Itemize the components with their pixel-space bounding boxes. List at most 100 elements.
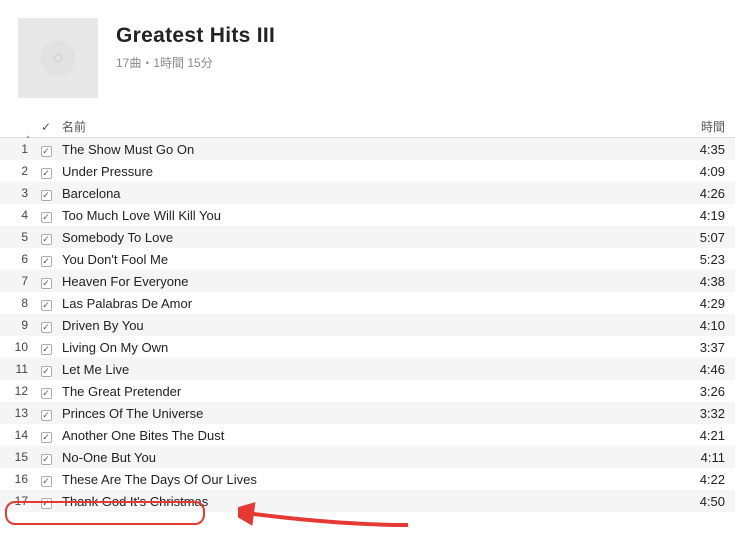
track-time: 4:35 xyxy=(687,142,735,157)
track-time: 4:19 xyxy=(687,208,735,223)
track-number: 4 xyxy=(0,208,36,222)
table-body: 1 ✓ The Show Must Go On4:35 2 ✓ Under Pressur… xyxy=(0,138,735,512)
track-time: 3:26 xyxy=(687,384,735,399)
track-name: Living On My Own xyxy=(56,340,687,355)
track-checkbox-cell: ✓ xyxy=(36,296,56,311)
track-checkbox-cell: ✓ xyxy=(36,186,56,201)
track-time: 4:29 xyxy=(687,296,735,311)
track-checkbox-cell: ✓ xyxy=(36,428,56,443)
track-checkbox-cell: ✓ xyxy=(36,230,56,245)
track-name: No-One But You xyxy=(56,450,687,465)
track-checkbox-cell: ✓ xyxy=(36,450,56,465)
track-name: Another One Bites The Dust xyxy=(56,428,687,443)
track-number: 11 xyxy=(0,362,36,376)
track-checkbox[interactable]: ✓ xyxy=(41,322,52,333)
column-time[interactable]: 時間 xyxy=(687,118,735,135)
track-checkbox[interactable]: ✓ xyxy=(41,190,52,201)
track-number: 10 xyxy=(0,340,36,354)
table-row[interactable]: 2 ✓ Under Pressure4:09 xyxy=(0,160,735,182)
table-row[interactable]: 6 ✓ You Don't Fool Me5:23 xyxy=(0,248,735,270)
annotation-arrow-icon xyxy=(238,495,418,535)
table-row[interactable]: 9 ✓ Driven By You4:10 xyxy=(0,314,735,336)
column-name[interactable]: 名前 xyxy=(56,118,687,135)
table-row[interactable]: 4✓Too Much Love Will Kill You4:19 xyxy=(0,204,735,226)
track-name: Barcelona xyxy=(56,186,687,201)
track-number: 6 xyxy=(0,252,36,266)
album-info: Greatest Hits III 17曲・1時間 15分 xyxy=(116,18,275,71)
track-checkbox-cell: ✓ xyxy=(36,142,56,157)
table-row[interactable]: 13✓Princes Of The Universe3:32 xyxy=(0,402,735,424)
track-time: 4:38 xyxy=(687,274,735,289)
track-checkbox-cell: ✓ xyxy=(36,208,56,223)
table-row[interactable]: 15✓No-One But You4:11 xyxy=(0,446,735,468)
track-checkbox[interactable]: ✓ xyxy=(41,476,52,487)
track-name: Under Pressure xyxy=(56,164,687,179)
track-time: 5:07 xyxy=(687,230,735,245)
track-name: Let Me Live xyxy=(56,362,687,377)
album-meta: 17曲・1時間 15分 xyxy=(116,54,275,71)
track-number: 12 xyxy=(0,384,36,398)
table-row[interactable]: 8 ✓ Las Palabras De Amor4:29 xyxy=(0,292,735,314)
track-number: 3 xyxy=(0,186,36,200)
table-row[interactable]: 14✓Another One Bites The Dust4:21 xyxy=(0,424,735,446)
table-row[interactable]: 7✓Heaven For Everyone4:38 xyxy=(0,270,735,292)
track-table: ▲ ✓ 名前 時間 1✓The Show Must Go On4:352✓Und… xyxy=(0,116,735,512)
column-check[interactable]: ✓ xyxy=(36,120,56,134)
track-checkbox[interactable]: ✓ xyxy=(41,278,52,289)
track-name: Las Palabras De Amor xyxy=(56,296,687,311)
track-number: 2 xyxy=(0,164,36,178)
track-checkbox-cell: ✓ xyxy=(36,362,56,377)
track-checkbox[interactable]: ✓ xyxy=(41,366,52,377)
track-number: 17 xyxy=(0,494,36,508)
track-checkbox-cell: ✓ xyxy=(36,274,56,289)
table-header: ▲ ✓ 名前 時間 xyxy=(0,116,735,138)
track-time: 4:21 xyxy=(687,428,735,443)
track-time: 4:22 xyxy=(687,472,735,487)
track-name: Driven By You xyxy=(56,318,687,333)
album-artwork[interactable] xyxy=(18,18,98,98)
album-header: Greatest Hits III 17曲・1時間 15分 xyxy=(0,0,735,116)
track-checkbox-cell: ✓ xyxy=(36,318,56,333)
track-time: 4:50 xyxy=(687,494,735,509)
track-checkbox[interactable]: ✓ xyxy=(41,168,52,179)
track-number: 5 xyxy=(0,230,36,244)
track-checkbox-cell: ✓ xyxy=(36,164,56,179)
track-number: 9 xyxy=(0,318,36,332)
track-time: 4:09 xyxy=(687,164,735,179)
track-name: These Are The Days Of Our Lives xyxy=(56,472,687,487)
track-name: Somebody To Love xyxy=(56,230,687,245)
table-row[interactable]: 1 ✓ The Show Must Go On4:35 xyxy=(0,138,735,160)
track-number: 13 xyxy=(0,406,36,420)
track-time: 3:37 xyxy=(687,340,735,355)
track-checkbox[interactable]: ✓ xyxy=(41,300,52,311)
track-time: 3:32 xyxy=(687,406,735,421)
track-time: 4:10 xyxy=(687,318,735,333)
table-row[interactable]: 3✓Barcelona4:26 xyxy=(0,182,735,204)
track-number: 16 xyxy=(0,472,36,486)
track-name: You Don't Fool Me xyxy=(56,252,687,267)
track-checkbox[interactable]: ✓ xyxy=(41,454,52,465)
table-row[interactable]: 12 ✓ The Great Pretender3:26 xyxy=(0,380,735,402)
track-checkbox[interactable]: ✓ xyxy=(41,432,52,443)
track-name: Heaven For Everyone xyxy=(56,274,687,289)
table-row[interactable]: 5 ✓ Somebody To Love5:07 xyxy=(0,226,735,248)
track-number: 1 xyxy=(0,142,36,156)
track-checkbox[interactable]: ✓ xyxy=(41,212,52,223)
table-row[interactable]: 10 ✓ Living On My Own3:37 xyxy=(0,336,735,358)
album-title: Greatest Hits III xyxy=(116,24,275,48)
track-checkbox[interactable]: ✓ xyxy=(41,344,52,355)
table-row[interactable]: 11✓Let Me Live4:46 xyxy=(0,358,735,380)
track-time: 5:23 xyxy=(687,252,735,267)
table-row[interactable]: 16 ✓ These Are The Days Of Our Lives4:22 xyxy=(0,468,735,490)
track-checkbox-cell: ✓ xyxy=(36,384,56,399)
track-checkbox[interactable]: ✓ xyxy=(41,256,52,267)
track-number: 8 xyxy=(0,296,36,310)
track-checkbox[interactable]: ✓ xyxy=(41,410,52,421)
track-checkbox[interactable]: ✓ xyxy=(41,388,52,399)
track-name: The Show Must Go On xyxy=(56,142,687,157)
track-name: The Great Pretender xyxy=(56,384,687,399)
disc-icon xyxy=(38,38,78,78)
track-checkbox[interactable]: ✓ xyxy=(41,498,52,509)
track-checkbox[interactable]: ✓ xyxy=(41,234,52,245)
track-checkbox[interactable]: ✓ xyxy=(41,146,52,157)
